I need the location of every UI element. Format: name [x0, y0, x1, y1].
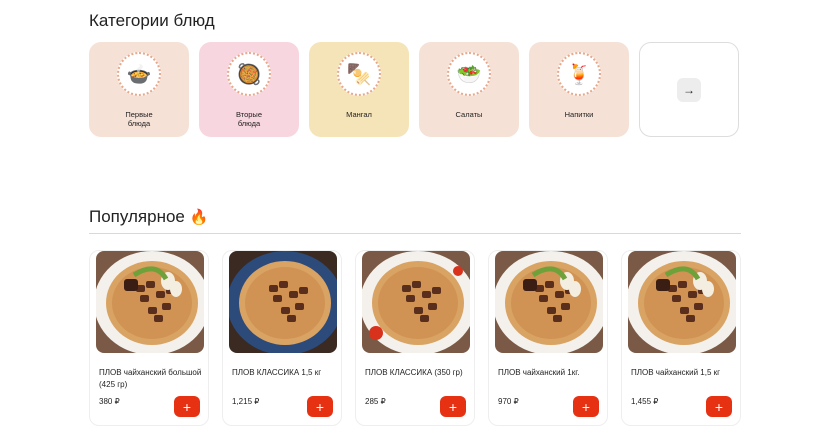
product-name: ПЛОВ КЛАССИКА 1,5 кг	[232, 368, 322, 377]
skewer-icon: 🍢	[337, 52, 381, 96]
section-divider	[89, 233, 741, 234]
add-to-cart-button[interactable]: +	[573, 396, 599, 417]
product-image	[96, 251, 204, 353]
product-card[interactable]: ПЛОВ КЛАССИКА (350 гр) 285 ₽ +	[355, 250, 475, 426]
category-drinks[interactable]: 🍹 Напитки	[529, 42, 629, 137]
arrow-right-icon[interactable]: →	[677, 77, 701, 102]
add-to-cart-button[interactable]: +	[440, 396, 466, 417]
product-price: 970 ₽	[498, 397, 519, 406]
product-price: 380 ₽	[99, 397, 120, 406]
main-dish-icon: 🥘	[227, 52, 271, 96]
product-name: ПЛОВ чайханский 1,5 кг	[631, 368, 721, 377]
product-image	[229, 251, 337, 353]
product-price: 1,455 ₽	[631, 397, 659, 406]
category-label: Салаты	[455, 110, 483, 119]
product-card[interactable]: ПЛОВ чайханский большой (425 гр) 380 ₽ +	[89, 250, 209, 426]
product-image	[495, 251, 603, 353]
salad-icon: 🥗	[447, 52, 491, 96]
category-label: Вторые блюда	[235, 110, 262, 128]
category-second-courses[interactable]: 🥘 Вторые блюда	[199, 42, 299, 137]
product-card[interactable]: ПЛОВ чайханский 1кг. 970 ₽ +	[488, 250, 608, 426]
add-to-cart-button[interactable]: +	[174, 396, 200, 417]
category-first-courses[interactable]: 🍲 Первые блюда	[89, 42, 189, 137]
category-label: Напитки	[564, 110, 594, 119]
drink-icon: 🍹	[557, 52, 601, 96]
popular-title: Популярное 🔥	[89, 207, 209, 226]
add-to-cart-button[interactable]: +	[706, 396, 732, 417]
popular-products-list: ПЛОВ чайханский большой (425 гр) 380 ₽ +…	[89, 250, 741, 426]
category-grill[interactable]: 🍢 Мангал	[309, 42, 409, 137]
product-card[interactable]: ПЛОВ КЛАССИКА 1,5 кг 1,215 ₽ +	[222, 250, 342, 426]
product-name: ПЛОВ КЛАССИКА (350 гр)	[365, 368, 463, 377]
product-price: 285 ₽	[365, 397, 386, 406]
product-name: ПЛОВ чайханский большой (425 гр)	[99, 368, 202, 389]
product-card[interactable]: ПЛОВ чайханский 1,5 кг 1,455 ₽ +	[621, 250, 741, 426]
categories-title: Категории блюд	[89, 11, 215, 30]
product-price: 1,215 ₽	[232, 397, 260, 406]
categories-list: 🍲 Первые блюда 🥘 Вторые блюда 🍢 Мангал 🥗…	[89, 42, 739, 137]
fire-icon: 🔥	[189, 209, 209, 226]
category-salads[interactable]: 🥗 Салаты	[419, 42, 519, 137]
product-image	[362, 251, 470, 353]
more-categories-card[interactable]: →	[639, 42, 739, 137]
category-label: Мангал	[346, 110, 372, 119]
soup-icon: 🍲	[117, 52, 161, 96]
product-name: ПЛОВ чайханский 1кг.	[498, 368, 580, 377]
product-image	[628, 251, 736, 353]
category-label: Первые блюда	[125, 110, 153, 128]
add-to-cart-button[interactable]: +	[307, 396, 333, 417]
